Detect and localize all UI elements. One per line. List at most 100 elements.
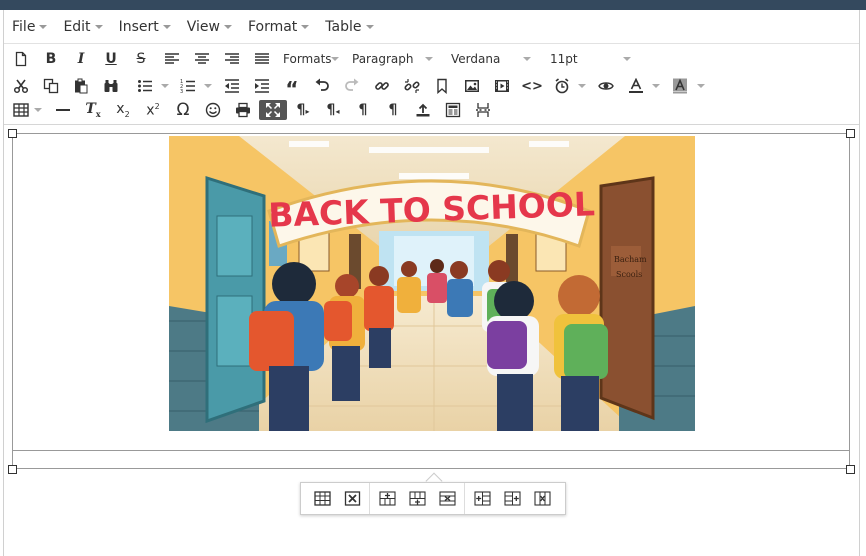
template-button[interactable]	[442, 100, 464, 120]
insert-column-after-button[interactable]	[497, 486, 527, 512]
resize-handle-bottom-right[interactable]	[846, 465, 855, 474]
underline-icon: U	[105, 51, 117, 67]
indent-button[interactable]	[251, 76, 273, 96]
menu-format[interactable]: Format	[248, 19, 310, 35]
bold-button[interactable]: B	[40, 49, 62, 69]
image-button[interactable]	[461, 76, 483, 96]
delete-column-icon	[533, 491, 551, 506]
bullet-list-button[interactable]	[134, 76, 156, 96]
clear-formatting-button[interactable]: Tx	[82, 100, 104, 120]
show-blocks-button[interactable]: ¶	[352, 100, 374, 120]
align-justify-button[interactable]	[251, 49, 273, 69]
copy-button[interactable]	[40, 76, 62, 96]
table-properties-button[interactable]	[307, 486, 337, 512]
emoticons-button[interactable]	[202, 100, 224, 120]
italic-button[interactable]: I	[70, 49, 92, 69]
new-document-button[interactable]	[10, 49, 32, 69]
ltr-button[interactable]: ¶▸	[292, 100, 314, 120]
chevron-down-icon	[365, 24, 374, 29]
redo-button[interactable]	[341, 76, 363, 96]
omega-icon: Ω	[176, 99, 190, 120]
menu-file-label: File	[12, 18, 36, 35]
find-replace-button[interactable]	[100, 76, 122, 96]
rtl-icon: ¶◂	[326, 102, 340, 118]
unlink-button[interactable]	[401, 76, 423, 96]
insert-row-after-icon	[408, 491, 426, 506]
chevron-down-icon	[425, 57, 433, 61]
code-button[interactable]: <>	[521, 76, 543, 96]
fullscreen-button[interactable]	[259, 100, 287, 120]
toolbar-row-1: B I U S Formats Paragraph Verdana 11pt	[4, 46, 859, 72]
cut-icon	[13, 79, 29, 94]
italic-icon: I	[77, 51, 85, 67]
chevron-down-icon	[331, 57, 339, 61]
block-format-value: Paragraph	[352, 52, 414, 66]
resize-handle-top-right[interactable]	[846, 129, 855, 138]
insert-column-before-button[interactable]	[467, 486, 497, 512]
upload-icon	[416, 103, 430, 117]
anchor-button[interactable]	[431, 76, 453, 96]
table-properties-icon	[313, 491, 331, 506]
strikethrough-icon: S	[136, 51, 146, 67]
undo-icon	[315, 78, 329, 91]
menu-table[interactable]: Table	[325, 19, 374, 35]
chevron-down-icon	[623, 57, 631, 61]
menu-file[interactable]: File	[12, 18, 48, 35]
insert-row-after-button[interactable]	[402, 486, 432, 512]
back-to-school-illustration: Bacham Scools BACK TO SCHOOL	[169, 136, 695, 431]
media-button[interactable]	[491, 76, 513, 96]
numbered-list-button[interactable]: 123	[177, 76, 199, 96]
delete-row-button[interactable]	[432, 486, 462, 512]
strikethrough-button[interactable]: S	[130, 49, 152, 69]
insert-row-before-button[interactable]	[372, 486, 402, 512]
align-right-button[interactable]	[221, 49, 243, 69]
print-button[interactable]	[232, 100, 254, 120]
chevron-down-icon	[204, 84, 212, 88]
menu-edit[interactable]: Edit	[63, 19, 103, 35]
undo-button[interactable]	[311, 76, 333, 96]
preview-button[interactable]	[595, 76, 617, 96]
link-button[interactable]	[371, 76, 393, 96]
paste-button[interactable]	[70, 76, 92, 96]
table-button[interactable]	[10, 100, 32, 120]
menu-view[interactable]: View	[187, 19, 232, 35]
background-color-button[interactable]	[669, 76, 691, 96]
insert-datetime-button[interactable]	[551, 76, 573, 96]
resize-handle-top-left[interactable]	[8, 129, 17, 138]
back-to-school-image[interactable]: Bacham Scools BACK TO SCHOOL	[169, 136, 695, 431]
subscript-icon: x2	[116, 100, 130, 119]
cut-button[interactable]	[10, 76, 32, 96]
horizontal-rule-button[interactable]	[52, 100, 74, 120]
visual-chars-button[interactable]: ¶	[382, 100, 404, 120]
menubar: File Edit Insert View Format Table	[4, 10, 859, 44]
delete-column-button[interactable]	[527, 486, 557, 512]
editor-content-area[interactable]: Bacham Scools BACK TO SCHOOL	[4, 126, 859, 556]
align-left-button[interactable]	[161, 49, 183, 69]
numbered-list-icon: 123	[180, 79, 195, 94]
subscript-button[interactable]: x2	[112, 100, 134, 120]
delete-table-icon	[344, 491, 360, 506]
superscript-button[interactable]: x2	[142, 100, 164, 120]
formats-label: Formats	[283, 52, 332, 66]
blockquote-button[interactable]: “	[281, 76, 303, 99]
toolbar: B I U S Formats Paragraph Verdana 11pt 1…	[4, 45, 859, 125]
align-center-button[interactable]	[191, 49, 213, 69]
menu-insert-label: Insert	[118, 18, 159, 35]
rtl-button[interactable]: ¶◂	[322, 100, 344, 120]
text-color-button[interactable]	[625, 76, 647, 96]
delete-row-icon	[438, 491, 456, 506]
underline-button[interactable]: U	[100, 49, 122, 69]
delete-table-button[interactable]	[337, 486, 367, 512]
chevron-down-icon	[161, 84, 169, 88]
column-group	[465, 483, 559, 514]
resize-handle-bottom-left[interactable]	[8, 465, 17, 474]
chevron-down-icon	[94, 24, 103, 29]
chevron-down-icon	[301, 24, 310, 29]
outdent-button[interactable]	[221, 76, 243, 96]
page-break-button[interactable]	[472, 100, 494, 120]
upload-button[interactable]	[412, 100, 434, 120]
table-group	[305, 483, 370, 514]
menu-insert[interactable]: Insert	[119, 19, 171, 35]
show-blocks-icon: ¶	[358, 102, 368, 118]
special-character-button[interactable]: Ω	[172, 100, 194, 120]
